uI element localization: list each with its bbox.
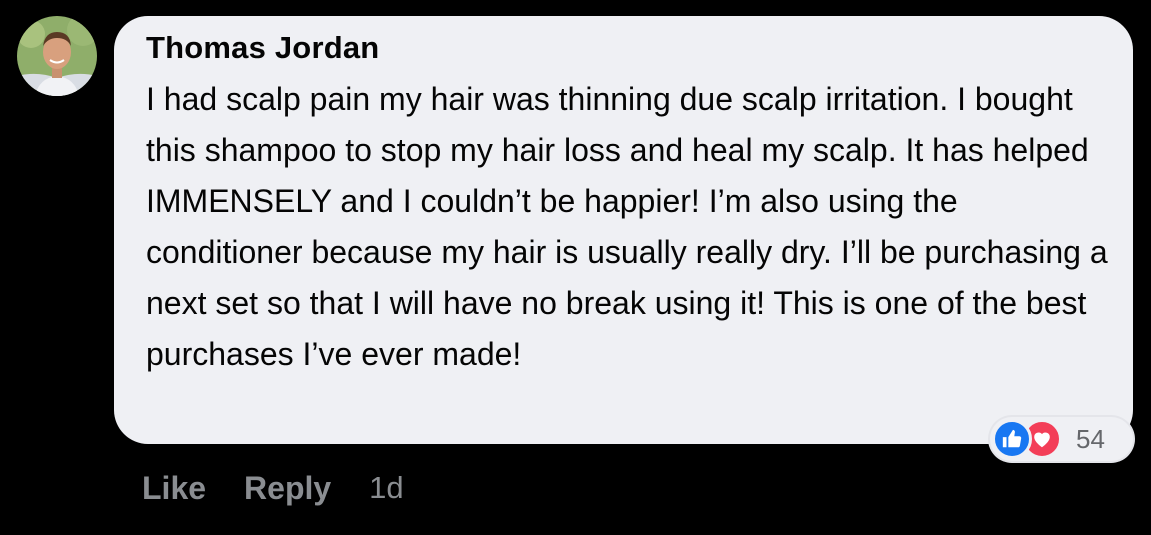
- comment-text: I had scalp pain my hair was thinning du…: [146, 81, 1108, 372]
- thumbs-up-icon: [992, 419, 1032, 459]
- reactions-summary[interactable]: 54: [990, 417, 1133, 461]
- reaction-count: 54: [1076, 423, 1105, 454]
- comment-thread: Thomas Jordan I had scalp pain my hair w…: [0, 0, 1151, 535]
- profile-photo-icon: [17, 16, 97, 96]
- comment-author[interactable]: Thomas Jordan: [146, 30, 1113, 66]
- avatar[interactable]: [17, 16, 97, 96]
- timestamp[interactable]: 1d: [369, 470, 403, 506]
- comment-bubble: Thomas Jordan I had scalp pain my hair w…: [114, 16, 1133, 444]
- reply-button[interactable]: Reply: [244, 470, 331, 507]
- comment-actions: Like Reply 1d: [142, 466, 404, 510]
- like-button[interactable]: Like: [142, 470, 206, 507]
